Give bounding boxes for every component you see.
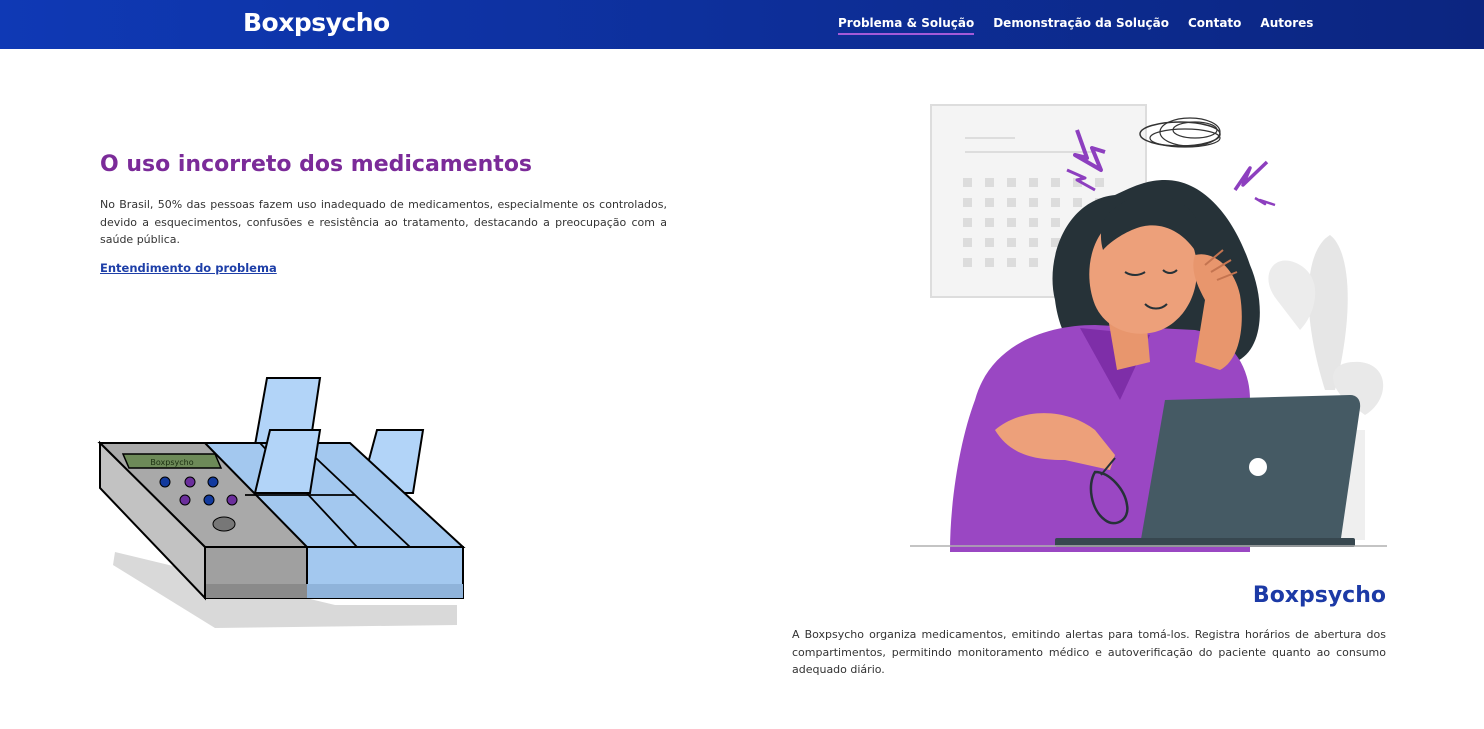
logo[interactable]: Boxpsycho xyxy=(243,8,390,37)
nav-link-problema-solucao[interactable]: Problema & Solução xyxy=(838,16,975,35)
problem-link[interactable]: Entendimento do problema xyxy=(100,261,277,275)
pill-box-illustration: Boxpsycho xyxy=(97,377,466,628)
device-screen-text: Boxpsycho xyxy=(150,458,193,467)
nav-links: Problema & Solução Demonstração da Soluç… xyxy=(838,16,1313,35)
solution-text: A Boxpsycho organiza medicamentos, emiti… xyxy=(792,628,1386,676)
solution-title: Boxpsycho xyxy=(1252,583,1386,608)
nav-link-autores[interactable]: Autores xyxy=(1260,16,1313,35)
problem-title: O uso incorreto dos medicamentos xyxy=(100,152,533,177)
stressed-woman-illustration xyxy=(910,104,1387,552)
nav-link-contato[interactable]: Contato xyxy=(1188,16,1241,35)
nav-link-demonstracao[interactable]: Demonstração da Solução xyxy=(993,16,1169,35)
problem-text: No Brasil, 50% das pessoas fazem uso ina… xyxy=(100,198,667,246)
navbar: Boxpsycho Problema & Solução Demonstraçã… xyxy=(0,0,1484,49)
